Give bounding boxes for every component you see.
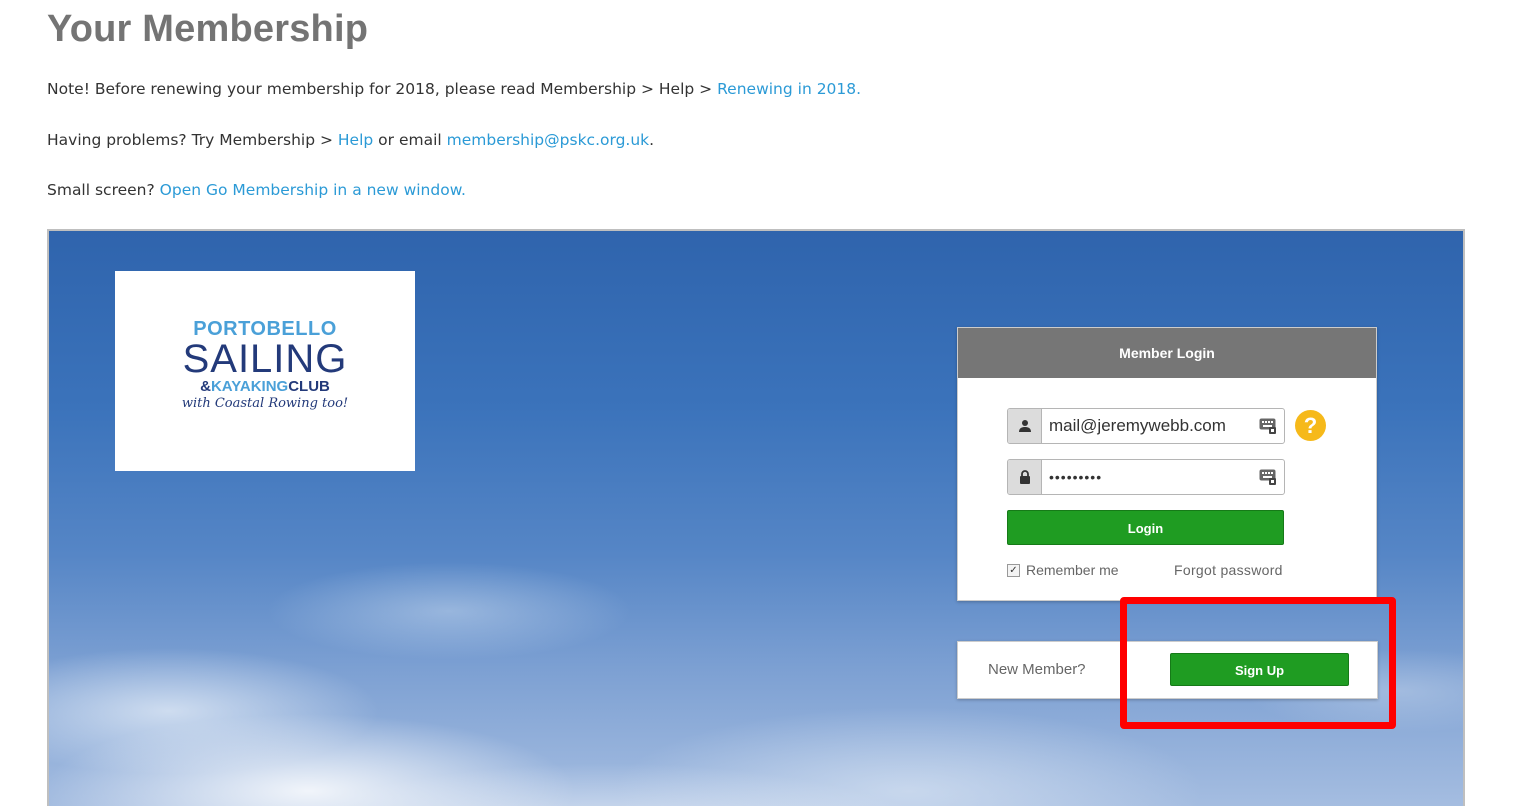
- logo-kayaking: KAYAKING: [210, 378, 289, 395]
- keyboard-icon[interactable]: [1259, 469, 1276, 485]
- password-group: [1007, 459, 1285, 495]
- remember-me-label: Remember me: [1026, 562, 1119, 578]
- club-logo: PORTOBELLO SAILING &KAYAKINGCLUB with Co…: [115, 271, 415, 471]
- username-input[interactable]: [1042, 409, 1257, 443]
- lock-icon: [1008, 460, 1042, 494]
- page: Your Membership Note! Before renewing yo…: [0, 0, 1532, 806]
- open-new-window-link[interactable]: Open Go Membership in a new window.: [160, 181, 466, 199]
- problems-note-suffix: .: [649, 131, 655, 149]
- member-login-panel: Member Login mail@jeremywebb.com ? •••••…: [957, 327, 1377, 601]
- logo-club: CLUB: [288, 378, 330, 395]
- login-button[interactable]: Login: [1007, 510, 1284, 545]
- new-member-panel: New Member? Sign Up: [957, 641, 1378, 699]
- renewing-in-2018-link[interactable]: Renewing in 2018.: [717, 80, 861, 98]
- club-logo-text: PORTOBELLO SAILING &KAYAKINGCLUB with Co…: [115, 318, 415, 412]
- sign-up-button[interactable]: Sign Up: [1170, 653, 1349, 686]
- problems-note-middle: or email: [373, 131, 447, 149]
- renewal-note-text: Note! Before renewing your membership fo…: [47, 80, 718, 98]
- problems-note-text: Having problems? Try Membership >: [47, 131, 338, 149]
- problems-note: Having problems? Try Membership > Help o…: [47, 131, 654, 149]
- help-icon[interactable]: ?: [1295, 410, 1326, 441]
- help-link[interactable]: Help: [338, 131, 373, 149]
- user-icon: [1008, 409, 1042, 443]
- keyboard-icon[interactable]: [1259, 418, 1276, 434]
- logo-line-sailing: SAILING: [182, 337, 348, 381]
- small-screen-note: Small screen? Open Go Membership in a ne…: [47, 181, 466, 199]
- membership-email-link[interactable]: membership@pskc.org.uk: [447, 131, 650, 149]
- remember-me-checkbox[interactable]: ✓: [1007, 563, 1020, 577]
- small-screen-note-text: Small screen?: [47, 181, 160, 199]
- new-member-label: New Member?: [988, 661, 1086, 678]
- logo-ampersand: &: [200, 378, 211, 395]
- logo-tagline: with Coastal Rowing too!: [181, 396, 349, 411]
- password-input[interactable]: [1042, 460, 1257, 494]
- remember-me-option[interactable]: ✓ Remember me: [1007, 562, 1119, 578]
- member-login-header: Member Login: [958, 328, 1376, 378]
- renewal-note: Note! Before renewing your membership fo…: [47, 80, 861, 98]
- membership-embed-frame: PORTOBELLO SAILING &KAYAKINGCLUB with Co…: [47, 229, 1465, 806]
- username-group: [1007, 408, 1285, 444]
- forgot-password-link[interactable]: Forgot password: [1174, 562, 1283, 578]
- page-title: Your Membership: [47, 8, 369, 50]
- logo-line-kayaking-club: &KAYAKINGCLUB: [115, 378, 415, 396]
